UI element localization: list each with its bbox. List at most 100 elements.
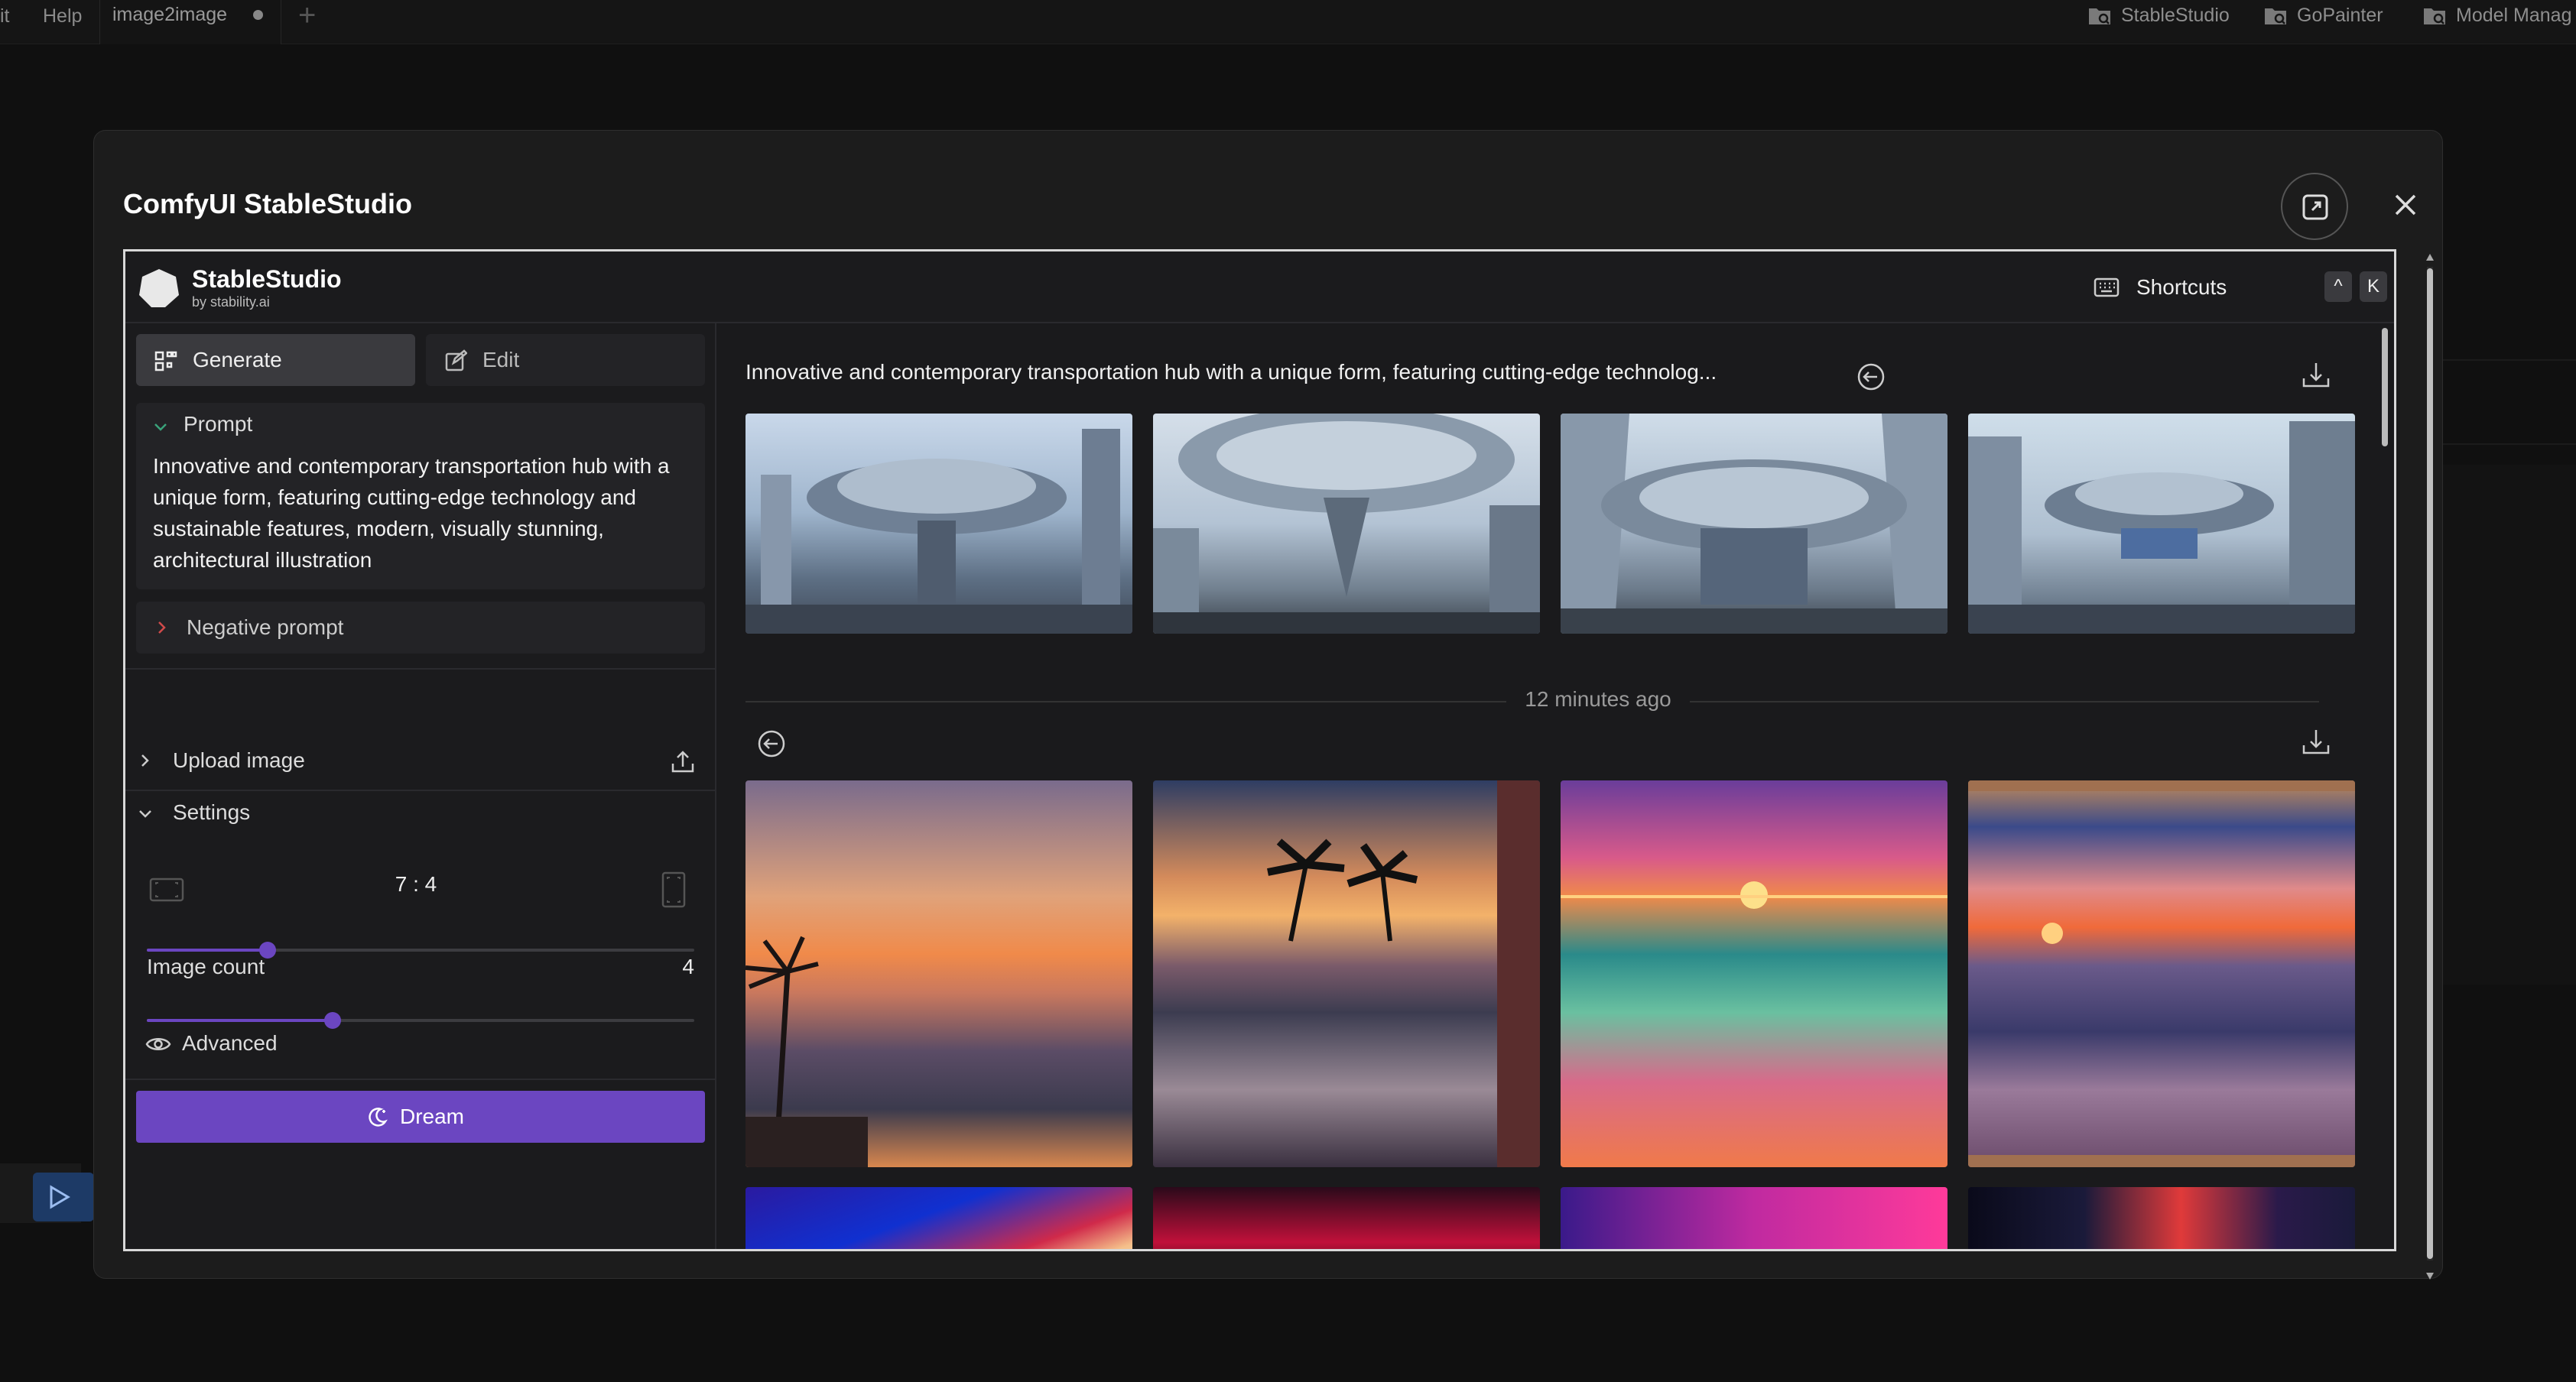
dream-button-label: Dream <box>399 1105 464 1128</box>
gallery-scroll-thumb[interactable] <box>2382 328 2388 446</box>
aspect-ratio-slider[interactable] <box>147 942 694 959</box>
timestamp-label: 12 minutes ago <box>1506 687 1690 712</box>
stablestudio-button-label: StableStudio <box>2121 5 2230 26</box>
image-content <box>1561 881 1947 909</box>
eye-icon <box>145 1038 171 1050</box>
generated-image[interactable] <box>1968 780 2355 1167</box>
prompt-input[interactable]: Innovative and contemporary transportati… <box>153 450 688 576</box>
generated-image[interactable] <box>1153 1187 1540 1249</box>
chevron-down-icon[interactable] <box>151 418 170 436</box>
prompt-header[interactable]: Prompt <box>184 412 252 436</box>
prompt-section: Prompt Innovative and contemporary trans… <box>136 403 705 589</box>
shortcut-key-k: K <box>2360 271 2387 302</box>
generated-image[interactable] <box>746 780 1132 1167</box>
upload-image-label[interactable]: Upload image <box>173 748 305 773</box>
tab-edit-label: Edit <box>482 348 520 371</box>
folder-search-icon <box>2265 8 2286 25</box>
generated-image[interactable] <box>746 414 1132 634</box>
workflow-tab[interactable]: image2image <box>99 0 281 44</box>
reuse-prompt-icon[interactable] <box>756 728 787 759</box>
stablestudio-button[interactable]: StableStudio <box>2087 0 2230 31</box>
close-icon[interactable] <box>2389 188 2422 222</box>
scroll-up-icon[interactable] <box>2425 251 2435 262</box>
negative-prompt-section[interactable]: Negative prompt <box>136 602 705 654</box>
image-content <box>746 936 868 1167</box>
image-count-label: Image count <box>147 955 265 978</box>
advanced-toggle[interactable]: Advanced <box>182 1031 278 1056</box>
dialog-scrollbar[interactable] <box>2425 251 2435 1283</box>
shortcuts-label: Shortcuts <box>2136 275 2227 299</box>
download-icon[interactable] <box>2301 727 2331 758</box>
generated-image[interactable] <box>1561 1187 1947 1249</box>
gopainter-button[interactable]: GoPainter <box>2263 0 2383 31</box>
generated-image[interactable] <box>1153 414 1540 634</box>
generated-image[interactable] <box>1561 780 1947 1167</box>
gear-icon[interactable] <box>2394 273 2396 302</box>
play-icon <box>50 1185 70 1209</box>
image-content <box>1153 414 1540 634</box>
generation-prompt: Innovative and contemporary transportati… <box>746 360 1717 384</box>
image-count-value: 4 <box>682 955 694 978</box>
menu-item-edit[interactable]: it <box>0 0 10 32</box>
landscape-aspect-icon[interactable] <box>148 875 185 904</box>
bg-divider <box>2443 359 2576 361</box>
bg-panel <box>2443 465 2576 985</box>
expand-icon <box>2302 194 2328 220</box>
image-content <box>1968 780 2355 1167</box>
gallery: Innovative and contemporary transportati… <box>718 323 2394 1249</box>
chevron-right-icon <box>158 621 166 634</box>
scroll-down-icon[interactable] <box>2425 1271 2435 1282</box>
brand-name: StableStudio <box>192 265 342 293</box>
generated-image[interactable] <box>746 1187 1132 1249</box>
shortcut-key-ctrl: ^ <box>2324 271 2352 302</box>
scroll-thumb[interactable] <box>2427 268 2433 1259</box>
model-manager-button[interactable]: Model Manag <box>2422 0 2571 31</box>
image-count-slider-knob[interactable] <box>324 1012 342 1029</box>
generated-image[interactable] <box>1968 414 2355 634</box>
image-count-slider[interactable] <box>147 1012 694 1029</box>
dream-button[interactable]: Dream <box>136 1091 705 1143</box>
aspect-ratio-slider-fill <box>147 949 268 952</box>
image-content <box>1267 780 1540 1167</box>
image-content <box>746 429 1132 634</box>
folder-search-icon <box>2089 8 2110 25</box>
divider <box>125 668 716 670</box>
grid-icon <box>154 351 177 371</box>
new-tab-button[interactable]: + <box>298 0 316 31</box>
generated-image[interactable] <box>1153 780 1540 1167</box>
comfyui-window: { "topbar": { "menu_partial": "it", "hel… <box>0 0 2576 1382</box>
keyboard-icon <box>2094 277 2120 297</box>
tab-generate[interactable]: Generate <box>136 334 415 386</box>
portrait-aspect-icon[interactable] <box>661 871 687 909</box>
stablestudio-frame: StableStudio by stability.ai Shortcuts ^… <box>123 249 2396 1251</box>
divider <box>125 790 716 791</box>
image-content <box>1561 414 1947 634</box>
reuse-prompt-icon[interactable] <box>1856 362 1886 392</box>
app-header: StableStudio by stability.ai Shortcuts ^… <box>125 251 2394 323</box>
generated-image[interactable] <box>1968 1187 2355 1249</box>
folder-search-icon <box>2424 8 2445 25</box>
negative-prompt-label: Negative prompt <box>187 615 344 639</box>
download-icon[interactable] <box>2301 360 2331 391</box>
bg-divider <box>2443 443 2576 445</box>
sidebar: Generate Edit Prompt Innovative and cont… <box>125 323 716 1249</box>
generated-image[interactable] <box>1561 414 1947 634</box>
chevron-right-icon[interactable] <box>136 751 154 770</box>
queue-run-button[interactable] <box>33 1173 94 1221</box>
edit-icon <box>445 349 467 371</box>
chevron-down-icon[interactable] <box>136 805 154 823</box>
gallery-scrollbar[interactable] <box>2380 323 2389 1249</box>
stability-logo-icon <box>139 269 179 307</box>
divider <box>125 1079 716 1080</box>
image-content <box>1968 421 2355 634</box>
aspect-ratio-value: 7 : 4 <box>395 872 437 896</box>
model-manager-button-label: Model Manag <box>2456 5 2572 26</box>
tab-generate-label: Generate <box>193 348 282 371</box>
expand-button[interactable] <box>2281 173 2348 240</box>
menu-item-help[interactable]: Help <box>43 0 82 32</box>
top-bar: it Help image2image + StableStudio GoPai… <box>0 0 2576 44</box>
upload-icon[interactable] <box>670 748 696 774</box>
image-count-slider-fill <box>147 1019 333 1022</box>
tab-edit[interactable]: Edit <box>426 334 705 386</box>
settings-label[interactable]: Settings <box>173 800 250 825</box>
